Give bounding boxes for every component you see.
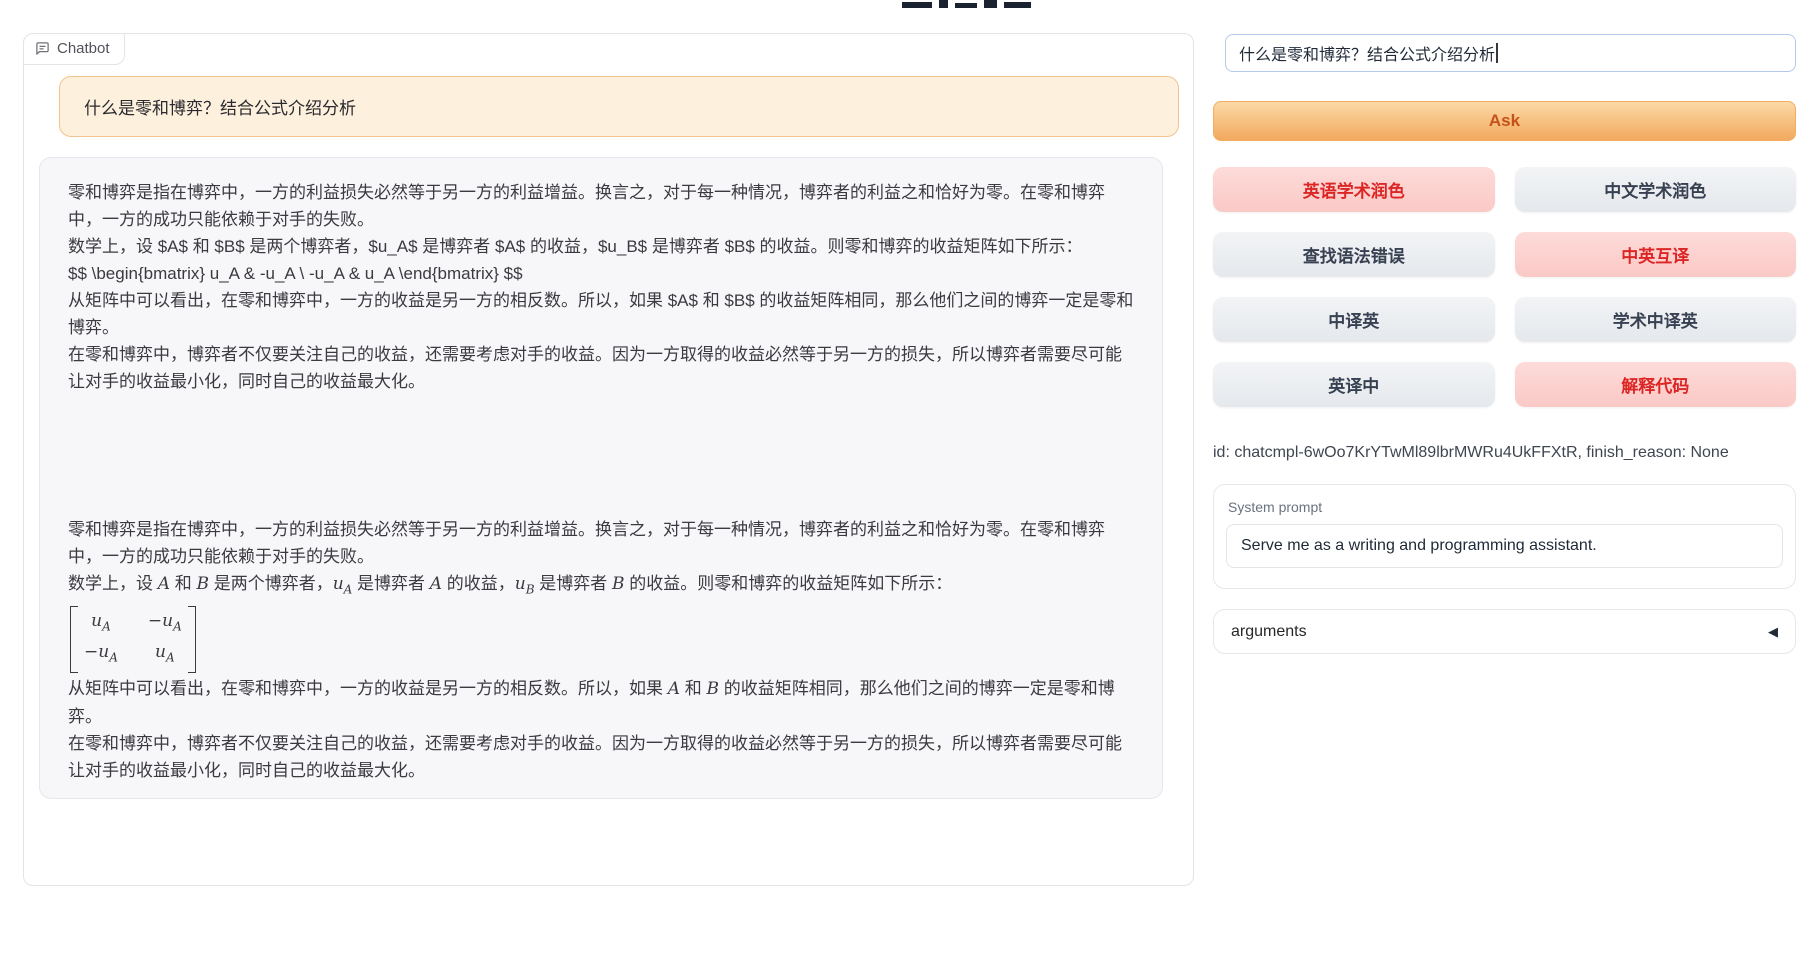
bot-paragraph: 在零和博弈中，博弈者不仅要关注自己的收益，还需要考虑对手的收益。因为一方取得的收…	[68, 341, 1134, 395]
bot-paragraph-math: 从矩阵中可以看出，在零和博弈中，一方的收益是另一方的相反数。所以，如果 A 和 …	[68, 675, 1134, 730]
user-message-text: 什么是零和博弈？结合公式介绍分析	[84, 94, 356, 119]
preset-button-academic-zh-to-en[interactable]: 学术中译英	[1515, 297, 1797, 342]
clipped-page-title	[902, 0, 1034, 8]
question-input[interactable]: 什么是零和博弈？结合公式介绍分析	[1225, 34, 1796, 72]
arguments-accordion-label: arguments	[1231, 623, 1307, 641]
chat-bubble-icon	[35, 41, 50, 56]
text-caret	[1496, 43, 1498, 63]
bot-message-bubble: 零和博弈是指在博弈中，一方的利益损失必然等于另一方的利益增益。换言之，对于每一种…	[39, 157, 1163, 799]
system-prompt-card: System prompt Serve me as a writing and …	[1213, 484, 1796, 589]
bot-paragraph-math: 数学上，设 A 和 B 是两个博弈者，uA 是博弈者 A 的收益，uB 是博弈者…	[68, 570, 1134, 603]
preset-button-english-polish[interactable]: 英语学术润色	[1213, 167, 1495, 212]
user-message-bubble: 什么是零和博弈？结合公式介绍分析	[59, 76, 1179, 137]
system-prompt-input[interactable]: Serve me as a writing and programming as…	[1226, 524, 1783, 568]
system-prompt-label: System prompt	[1228, 499, 1783, 515]
bot-message-raw-block: 零和博弈是指在博弈中，一方的利益损失必然等于另一方的利益增益。换言之，对于每一种…	[68, 179, 1134, 395]
bot-paragraph: 数学上，设 $A$ 和 $B$ 是两个博弈者，$u_A$ 是博弈者 $A$ 的收…	[68, 233, 1134, 260]
bot-paragraph: 零和博弈是指在博弈中，一方的利益损失必然等于另一方的利益增益。换言之，对于每一种…	[68, 179, 1134, 233]
accordion-collapsed-triangle-icon: ◀	[1768, 624, 1778, 640]
system-prompt-value: Serve me as a writing and programming as…	[1241, 537, 1597, 555]
bot-paragraph: 零和博弈是指在博弈中，一方的利益损失必然等于另一方的利益增益。换言之，对于每一种…	[68, 516, 1134, 570]
bot-message-rendered-block: 零和博弈是指在博弈中，一方的利益损失必然等于另一方的利益增益。换言之，对于每一种…	[68, 516, 1134, 784]
bot-paragraph-latex-source: $$ \begin{bmatrix} u_A & -u_A \ -u_A & u…	[68, 260, 1134, 287]
status-text: id: chatcmpl-6wOo7KrYTwMl89lbrMWRu4UkFFX…	[1213, 444, 1813, 462]
chatbot-panel[interactable]: Chatbot 什么是零和博弈？结合公式介绍分析 零和博弈是指在博弈中，一方的利…	[23, 33, 1194, 886]
bot-paragraph: 在零和博弈中，博弈者不仅要关注自己的收益，还需要考虑对手的收益。因为一方取得的收…	[68, 730, 1134, 784]
question-input-value: 什么是零和博弈？结合公式介绍分析	[1239, 41, 1495, 65]
preset-button-en-to-zh[interactable]: 英译中	[1213, 362, 1495, 407]
matrix-cell: uA	[148, 640, 182, 670]
app-root: Chatbot 什么是零和博弈？结合公式介绍分析 零和博弈是指在博弈中，一方的利…	[0, 0, 1814, 961]
matrix-cell: −uA	[148, 609, 182, 639]
arguments-accordion-header[interactable]: arguments ◀	[1213, 609, 1796, 654]
preset-button-grid: 英语学术润色 中文学术润色 查找语法错误 中英互译 中译英 学术中译英 英译中 …	[1213, 167, 1796, 407]
preset-button-zh-en-mutual-translate[interactable]: 中英互译	[1515, 232, 1797, 277]
preset-button-explain-code[interactable]: 解释代码	[1515, 362, 1797, 407]
matrix-cell: −uA	[84, 640, 118, 670]
matrix-cell: uA	[84, 609, 118, 639]
ask-button[interactable]: Ask	[1213, 101, 1796, 141]
preset-button-chinese-polish[interactable]: 中文学术润色	[1515, 167, 1797, 212]
bot-paragraph: 从矩阵中可以看出，在零和博弈中，一方的收益是另一方的相反数。所以，如果 $A$ …	[68, 287, 1134, 341]
chatbot-label-text: Chatbot	[57, 40, 110, 57]
preset-button-find-grammar-errors[interactable]: 查找语法错误	[1213, 232, 1495, 277]
chatbot-label: Chatbot	[23, 33, 125, 65]
payoff-matrix: uA −uA −uA uA	[70, 606, 196, 673]
preset-button-zh-to-en[interactable]: 中译英	[1213, 297, 1495, 342]
